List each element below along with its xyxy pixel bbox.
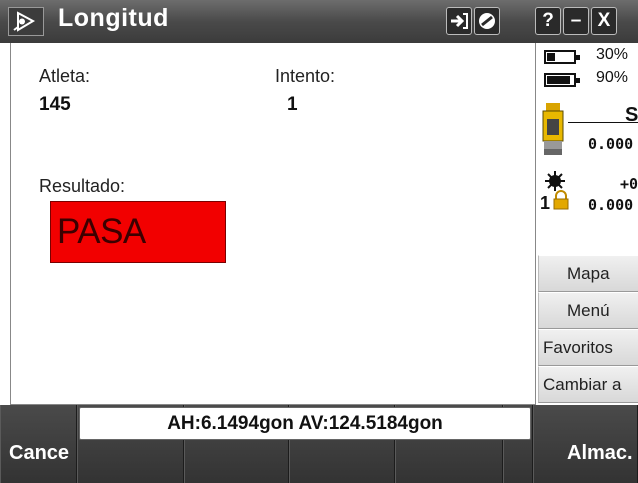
status-panel: 30% 90% S 0.000 1 +0 0.000 [538, 43, 638, 253]
instrument-letter: S [625, 104, 638, 126]
target-number: 1 [540, 193, 551, 213]
total-station-icon[interactable] [540, 101, 570, 164]
result-value: PASA [57, 212, 146, 251]
athlete-value: 145 [39, 94, 71, 115]
battery-level-fill [547, 53, 555, 61]
battery-percent: 30% [596, 46, 629, 63]
minimize-button[interactable]: – [563, 7, 589, 35]
battery-percent: 90% [596, 69, 629, 86]
angle-readout: AH:6.1494gon AV:124.5184gon [79, 407, 531, 440]
cancel-softkey[interactable]: Cance [0, 405, 77, 483]
menu-button[interactable]: Menú [538, 292, 638, 329]
cancel-label: Cance [9, 442, 70, 464]
close-button[interactable]: X [591, 7, 617, 35]
favorites-button[interactable]: Favoritos [538, 329, 638, 366]
battery-level-fill [547, 76, 570, 84]
title-bar: Longitud ? – X [0, 0, 638, 43]
app-icon[interactable] [8, 7, 44, 36]
target-value: 0.000 [588, 196, 634, 214]
window-title: Longitud [58, 4, 169, 32]
result-box[interactable]: PASA [50, 201, 226, 263]
result-label: Resultado: [39, 176, 126, 196]
attempt-label: Intento: [275, 66, 336, 86]
store-label: Almac. [567, 442, 633, 464]
instrument-value: 0.000 [588, 135, 634, 153]
no-entry-icon[interactable] [474, 7, 500, 35]
athlete-label: Atleta: [39, 66, 91, 86]
battery-icon [544, 50, 580, 64]
help-button[interactable]: ? [535, 7, 561, 35]
map-button[interactable]: Mapa [538, 255, 638, 292]
battery-icon [544, 73, 580, 87]
store-softkey[interactable]: Almac. [533, 405, 638, 483]
login-arrow-icon[interactable] [446, 7, 472, 35]
switch-to-button[interactable]: Cambiar a [538, 366, 638, 403]
target-offset: +0 [620, 175, 638, 193]
lock-icon [552, 190, 570, 215]
attempt-value: 1 [287, 94, 298, 115]
main-panel: Atleta: 145 Intento: 1 Resultado: PASA [10, 43, 536, 405]
